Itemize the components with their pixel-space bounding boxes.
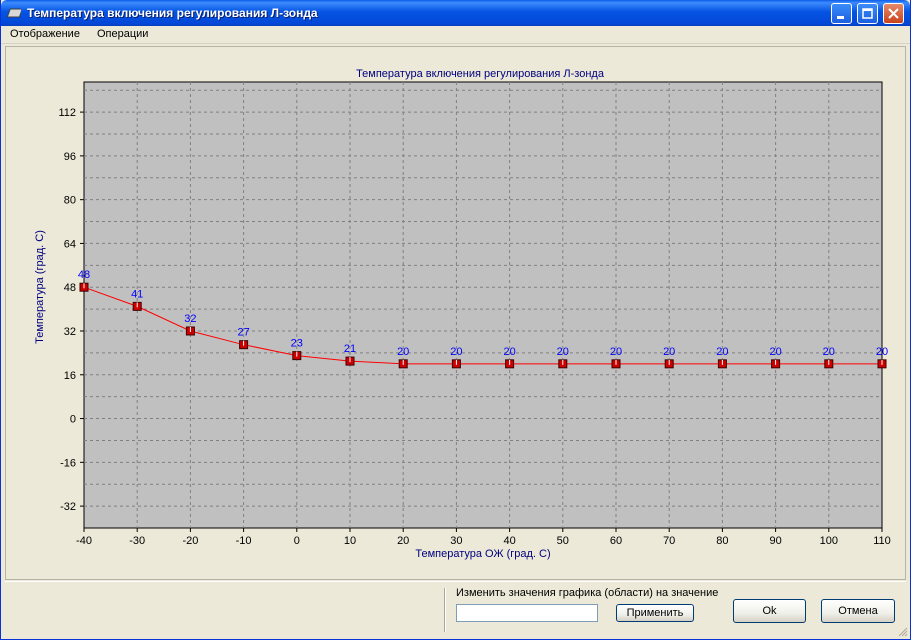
y-tick-label: 0 — [70, 414, 76, 426]
data-point-label: 20 — [663, 346, 675, 358]
y-tick-label: 32 — [64, 326, 76, 338]
x-tick-label: 80 — [716, 535, 728, 547]
maximize-button[interactable] — [857, 3, 878, 24]
value-input[interactable] — [456, 604, 598, 622]
change-value-label: Изменить значения графика (области) на з… — [456, 587, 719, 599]
x-tick-label: -20 — [182, 535, 198, 547]
minimize-button[interactable] — [831, 3, 852, 24]
apply-button[interactable]: Применить — [616, 604, 694, 622]
maximize-icon — [862, 8, 873, 19]
y-tick-label: 96 — [64, 151, 76, 163]
x-tick-label: 30 — [450, 535, 462, 547]
y-tick-label: 112 — [58, 107, 76, 119]
data-point-label: 20 — [716, 346, 728, 358]
app-icon — [7, 8, 21, 18]
x-tick-label: 60 — [610, 535, 622, 547]
minimize-icon — [837, 16, 844, 19]
data-point-label: 20 — [557, 346, 569, 358]
chart[interactable]: 112 96 80 64 48 32 16 0 -16 -32 -40 -30 -20 -10 0 10 20 3… — [6, 47, 907, 581]
x-tick-label: 100 — [820, 535, 838, 547]
x-tick-label: 50 — [557, 535, 569, 547]
data-point-label: 20 — [503, 346, 515, 358]
y-tick-label: 64 — [64, 238, 76, 250]
x-tick-label: 110 — [873, 535, 891, 547]
x-tick-label: 90 — [769, 535, 781, 547]
x-axis-title: Температура ОЖ (град. С) — [415, 548, 550, 560]
data-point-label: 20 — [610, 346, 622, 358]
menu-operations[interactable]: Операции — [97, 28, 148, 40]
close-button[interactable] — [883, 3, 904, 24]
y-tick-label: 48 — [64, 282, 76, 294]
x-tick-label: -30 — [129, 535, 145, 547]
data-point-label: 20 — [823, 346, 835, 358]
data-point-label: 20 — [876, 346, 888, 358]
y-tick-label: -32 — [60, 501, 76, 513]
data-point-label: 20 — [397, 346, 409, 358]
ok-button[interactable]: Ok — [733, 599, 806, 623]
x-tick-label: -10 — [236, 535, 252, 547]
footer-separator — [5, 581, 906, 582]
y-tick-label: -16 — [60, 457, 76, 469]
menu-bar: Отображение Операции — [1, 26, 910, 44]
data-point-label: 41 — [131, 288, 143, 300]
close-icon — [888, 8, 899, 19]
title-bar[interactable]: Температура включения регулирования Л-зо… — [1, 0, 910, 26]
x-tick-label: 40 — [503, 535, 515, 547]
data-point-label: 21 — [344, 343, 356, 355]
menu-display[interactable]: Отображение — [10, 28, 80, 40]
cancel-button[interactable]: Отмена — [821, 599, 895, 623]
window-title: Температура включения регулирования Л-зо… — [27, 6, 318, 20]
data-point-label: 32 — [184, 313, 196, 325]
main-window: Температура включения регулирования Л-зо… — [0, 0, 911, 640]
y-tick-label: 16 — [64, 370, 76, 382]
x-tick-label: 0 — [294, 535, 300, 547]
plot-area — [83, 81, 883, 529]
chart-panel: 112 96 80 64 48 32 16 0 -16 -32 -40 -30 -20 -10 0 10 20 3… — [5, 46, 906, 580]
y-axis-title: Температура (град. С) — [34, 230, 46, 344]
data-point-label: 23 — [291, 338, 303, 350]
resize-grip-icon[interactable] — [898, 627, 908, 637]
data-point-label: 48 — [78, 269, 90, 281]
data-point-label: 20 — [450, 346, 462, 358]
x-tick-label: 70 — [663, 535, 675, 547]
data-point-label: 20 — [769, 346, 781, 358]
data-point-label: 27 — [237, 327, 249, 339]
footer-divider — [444, 588, 446, 632]
y-tick-label: 80 — [64, 195, 76, 207]
x-tick-label: -40 — [76, 535, 92, 547]
x-tick-label: 10 — [344, 535, 356, 547]
chart-title: Температура включения регулирования Л-зо… — [356, 68, 605, 80]
x-tick-label: 20 — [397, 535, 409, 547]
